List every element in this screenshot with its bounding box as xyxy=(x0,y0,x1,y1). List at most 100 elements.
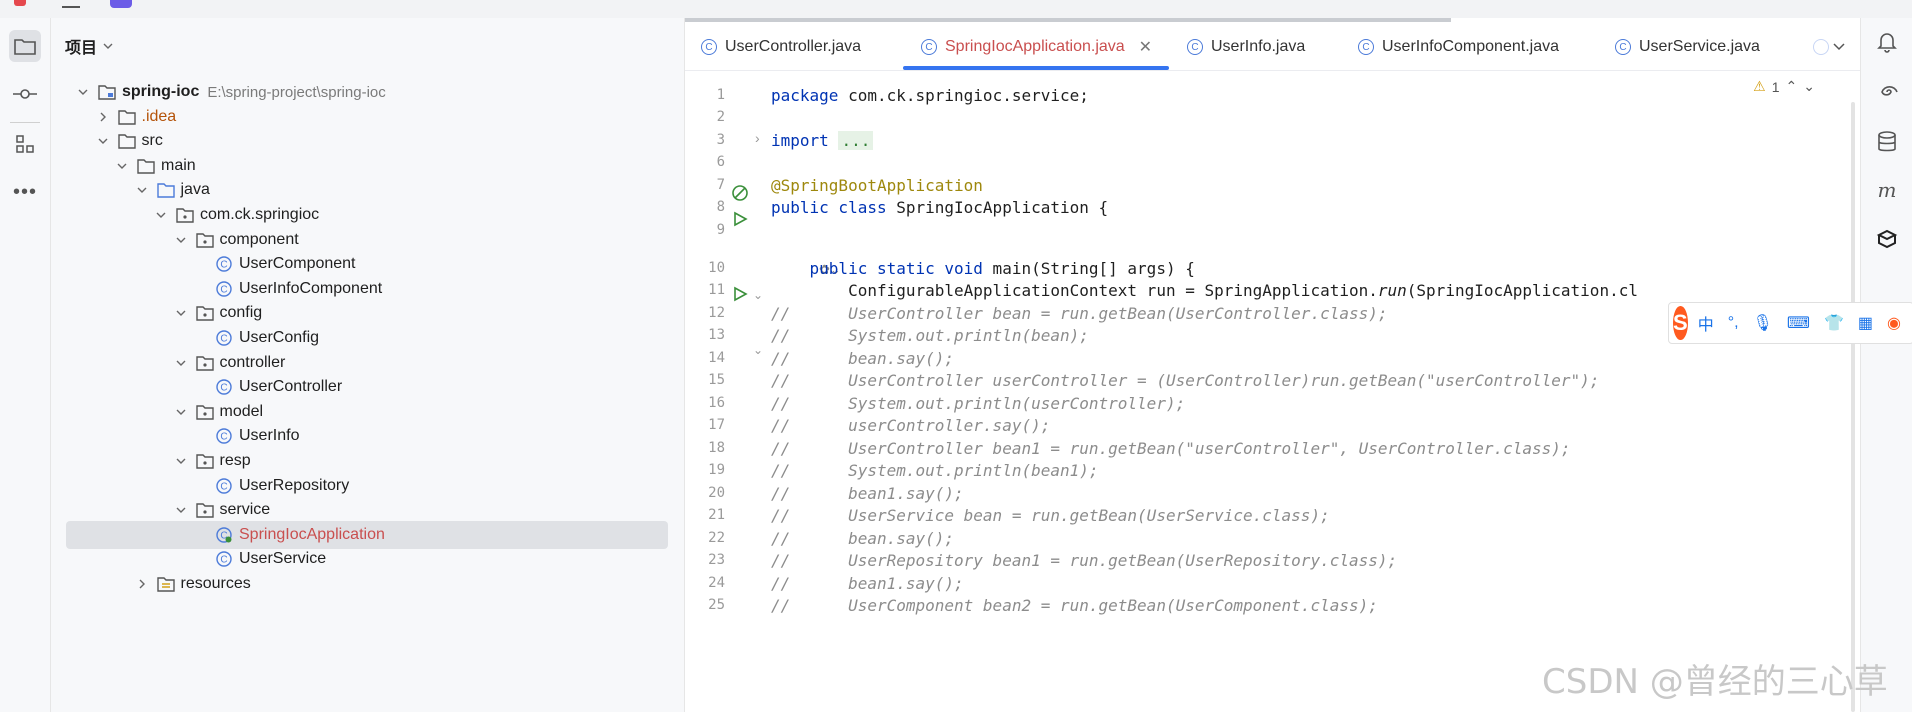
keyboard-icon[interactable]: ⌨ xyxy=(1787,313,1810,333)
toolbox-icon[interactable]: ▦ xyxy=(1858,313,1873,333)
tab-userservice[interactable]: C UserService.java xyxy=(1615,34,1760,60)
code-token: // bean1.say(); xyxy=(771,484,964,503)
tab-userinfocomponent[interactable]: C UserInfoComponent.java xyxy=(1358,34,1559,60)
fold-method-icon[interactable]: ⌄ xyxy=(753,288,763,302)
code-line: import ... xyxy=(771,131,874,150)
code-token: // bean.say(); xyxy=(771,349,955,368)
folded-imports[interactable]: ... xyxy=(838,131,874,150)
code-line: ConfigurableApplicationContext run = Spr… xyxy=(771,281,1638,300)
code-token: // UserController userController = (User… xyxy=(771,371,1600,390)
tree-item-usercomponent[interactable]: C UserComponent xyxy=(66,250,668,278)
tree-item-label: UserComponent xyxy=(239,255,356,273)
chevron-down-icon[interactable] xyxy=(174,405,188,419)
class-icon: C xyxy=(1615,39,1631,55)
project-panel-header[interactable]: 项目 xyxy=(65,34,113,58)
chevron-down-icon[interactable] xyxy=(96,134,110,148)
code-token: ConfigurableApplicationContext run = Spr… xyxy=(771,281,1378,300)
project-badge-icon[interactable] xyxy=(110,0,132,8)
editor-scrollbar[interactable] xyxy=(1851,102,1855,712)
database-icon xyxy=(1878,131,1896,152)
commit-tool-button[interactable] xyxy=(9,78,41,110)
plugin-button[interactable] xyxy=(1875,228,1899,252)
fold-import-icon[interactable]: › xyxy=(755,130,760,146)
chevron-right-icon[interactable] xyxy=(135,577,149,591)
code-token: // bean1.say(); xyxy=(771,574,964,593)
code-line: // userController.say(); xyxy=(771,416,1050,435)
tab-usercontroller[interactable]: C UserController.java xyxy=(701,34,861,60)
tree-item-label: src xyxy=(141,132,163,150)
run-class-gutter-icon[interactable] xyxy=(732,211,748,227)
chevron-down-icon[interactable] xyxy=(115,159,129,173)
chevron-down-icon[interactable] xyxy=(154,208,168,222)
code-line: public static void main(String[] args) { xyxy=(771,259,1195,278)
spiral-icon xyxy=(1881,86,1898,96)
chevron-down-icon[interactable] xyxy=(174,454,188,468)
main-menu-icon[interactable] xyxy=(62,0,80,8)
commit-icon xyxy=(13,89,37,99)
microphone-icon[interactable]: 🎙 xyxy=(1753,313,1773,333)
tree-item-label: UserInfo xyxy=(239,427,300,445)
tab-scrollbar[interactable] xyxy=(685,18,1451,22)
tree-item-label: resources xyxy=(180,575,251,592)
skin-icon[interactable]: 👕 xyxy=(1824,313,1844,333)
tree-item-service[interactable]: service xyxy=(66,496,668,524)
tree-item-com-ck-springioc[interactable]: com.ck.springioc xyxy=(66,201,668,229)
fold-comment-icon[interactable]: ⌄ xyxy=(753,343,763,357)
notifications-button[interactable] xyxy=(1875,30,1899,54)
tree-item-label: component xyxy=(219,230,299,248)
code-line: // System.out.println(bean1); xyxy=(771,461,1099,480)
ai-assistant-button[interactable] xyxy=(1875,80,1899,104)
class-icon: C xyxy=(215,281,233,297)
close-tab-icon[interactable]: ✕ xyxy=(1139,37,1152,57)
watermark: CSDN @曾经的三心草 xyxy=(1542,662,1888,702)
run-main-gutter-icon[interactable] xyxy=(732,286,748,302)
tree-item-userconfig[interactable]: C UserConfig xyxy=(66,324,668,352)
class-icon: C xyxy=(215,551,233,568)
folder-icon xyxy=(14,39,36,55)
code-token: @SpringBootApplication xyxy=(771,176,983,195)
code-token: run xyxy=(1377,281,1407,300)
ime-punctuation-toggle[interactable]: °, xyxy=(1728,314,1739,332)
chevron-down-icon[interactable] xyxy=(174,356,188,370)
chevron-down-icon[interactable] xyxy=(174,233,188,247)
code-area[interactable]: package com.ck.springioc.service; import … xyxy=(771,70,1851,712)
code-token: // UserRepository bean1 = run.getBean(Us… xyxy=(771,551,1398,570)
spring-bean-gutter-icon[interactable] xyxy=(731,184,751,204)
database-button[interactable] xyxy=(1875,130,1899,154)
more-tools-button[interactable]: ••• xyxy=(9,176,41,208)
tree-item-label: model xyxy=(219,402,264,420)
code-line: // bean.say(); xyxy=(771,349,954,368)
tab-list-button[interactable] xyxy=(1833,34,1845,60)
left-tool-strip: ••• xyxy=(0,18,51,712)
tab-springiocapplication[interactable]: C SpringIocApplication.java ✕ xyxy=(921,34,1152,60)
ime-toolbar[interactable]: S 中 °, 🎙 ⌨ 👕 ▦ ◉ xyxy=(1668,302,1912,344)
tree-item-usercontroller[interactable]: C UserController xyxy=(66,373,668,401)
code-token: public class xyxy=(771,198,887,217)
tab-userinfo[interactable]: C UserInfo.java xyxy=(1187,34,1305,60)
tree-item-spring-ioc[interactable]: spring-ioc E:\spring-project\spring-ioc xyxy=(66,78,668,106)
ime-language-toggle[interactable]: 中 xyxy=(1698,311,1714,335)
tree-item-resources[interactable]: resources xyxy=(66,570,668,598)
chevron-down-icon[interactable] xyxy=(174,503,188,517)
chevron-down-icon[interactable] xyxy=(174,306,188,320)
tree-item-label: java xyxy=(180,181,210,199)
package-icon xyxy=(195,232,214,248)
more-icon: ••• xyxy=(12,180,37,203)
tree-item-src[interactable]: src xyxy=(66,127,668,155)
tab-label: SpringIocApplication.java xyxy=(945,38,1125,55)
game-icon[interactable]: ◉ xyxy=(1887,313,1901,333)
code-token: // UserService bean = run.getBean(UserSe… xyxy=(771,506,1330,525)
chevron-down-icon[interactable] xyxy=(76,85,90,99)
chevron-down-icon[interactable] xyxy=(135,183,149,197)
sogou-logo-icon[interactable]: S xyxy=(1673,306,1688,340)
panel-title: 项目 xyxy=(65,40,98,57)
chevron-right-icon[interactable] xyxy=(96,110,110,124)
structure-tool-button[interactable] xyxy=(9,128,41,160)
maven-button[interactable]: m xyxy=(1875,178,1899,202)
project-tool-button[interactable] xyxy=(9,30,41,62)
code-line: @SpringBootApplication xyxy=(771,176,983,195)
code-line: // UserRepository bean1 = run.getBean(Us… xyxy=(771,551,1397,570)
tree-item-resp[interactable]: resp xyxy=(66,447,668,475)
